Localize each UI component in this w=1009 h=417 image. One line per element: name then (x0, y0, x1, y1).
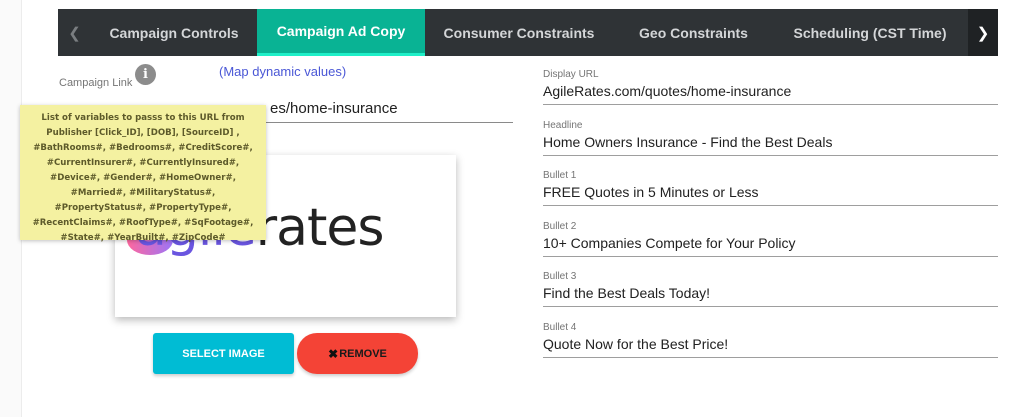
campaign-link-label: Campaign Link (59, 77, 133, 89)
headline-label: Headline (543, 120, 583, 131)
bullet-3-label: Bullet 3 (543, 271, 577, 282)
tabs-bar: ❮ Campaign Controls Campaign Ad Copy Con… (58, 9, 998, 56)
bullet-4-field[interactable]: Bullet 4 Quote Now for the Best Price! (543, 322, 998, 358)
left-rail (0, 0, 22, 417)
bullet-3-field[interactable]: Bullet 3 Find the Best Deals Today! (543, 271, 998, 307)
headline-field[interactable]: Headline Home Owners Insurance - Find th… (543, 120, 998, 156)
close-icon: ✖ (328, 346, 339, 361)
tab-campaign-ad-copy[interactable]: Campaign Ad Copy (257, 9, 425, 56)
bullet-1-label: Bullet 1 (543, 170, 577, 181)
select-image-button[interactable]: SELECT IMAGE (153, 333, 294, 374)
campaign-link-value: es/home-insurance (270, 100, 398, 117)
tab-scheduling[interactable]: Scheduling (CST Time) (774, 9, 966, 56)
bullet-2-value: 10+ Companies Compete for Your Policy (543, 235, 796, 251)
tab-geo-constraints[interactable]: Geo Constraints (613, 9, 774, 56)
chevron-left-icon[interactable]: ❮ (58, 9, 91, 56)
bullet-2-label: Bullet 2 (543, 221, 577, 232)
display-url-label: Display URL (543, 69, 599, 80)
tab-consumer-constraints[interactable]: Consumer Constraints (425, 9, 613, 56)
bullet-1-field[interactable]: Bullet 1 FREE Quotes in 5 Minutes or Les… (543, 170, 998, 206)
remove-button[interactable]: ✖ REMOVE (297, 333, 418, 374)
remove-button-label: REMOVE (339, 347, 387, 360)
variables-tooltip: List of variables to passs to this URL f… (20, 105, 266, 243)
bullet-2-field[interactable]: Bullet 2 10+ Companies Compete for Your … (543, 221, 998, 257)
tab-campaign-controls[interactable]: Campaign Controls (91, 9, 257, 56)
bullet-1-value: FREE Quotes in 5 Minutes or Less (543, 184, 759, 200)
display-url-value: AgileRates.com/quotes/home-insurance (543, 83, 792, 99)
campaign-ad-copy-page: ❮ Campaign Controls Campaign Ad Copy Con… (0, 0, 1009, 417)
bullet-4-value: Quote Now for the Best Price! (543, 336, 729, 352)
bullet-4-label: Bullet 4 (543, 322, 577, 333)
display-url-field[interactable]: Display URL AgileRates.com/quotes/home-i… (543, 69, 998, 105)
chevron-right-icon[interactable]: ❯ (968, 9, 998, 56)
headline-value: Home Owners Insurance - Find the Best De… (543, 134, 833, 150)
map-dynamic-values-link[interactable]: (Map dynamic values) (219, 64, 346, 79)
bullet-3-value: Find the Best Deals Today! (543, 285, 711, 301)
logo-rates-text: rates (255, 198, 385, 258)
info-icon[interactable]: i (135, 64, 156, 85)
